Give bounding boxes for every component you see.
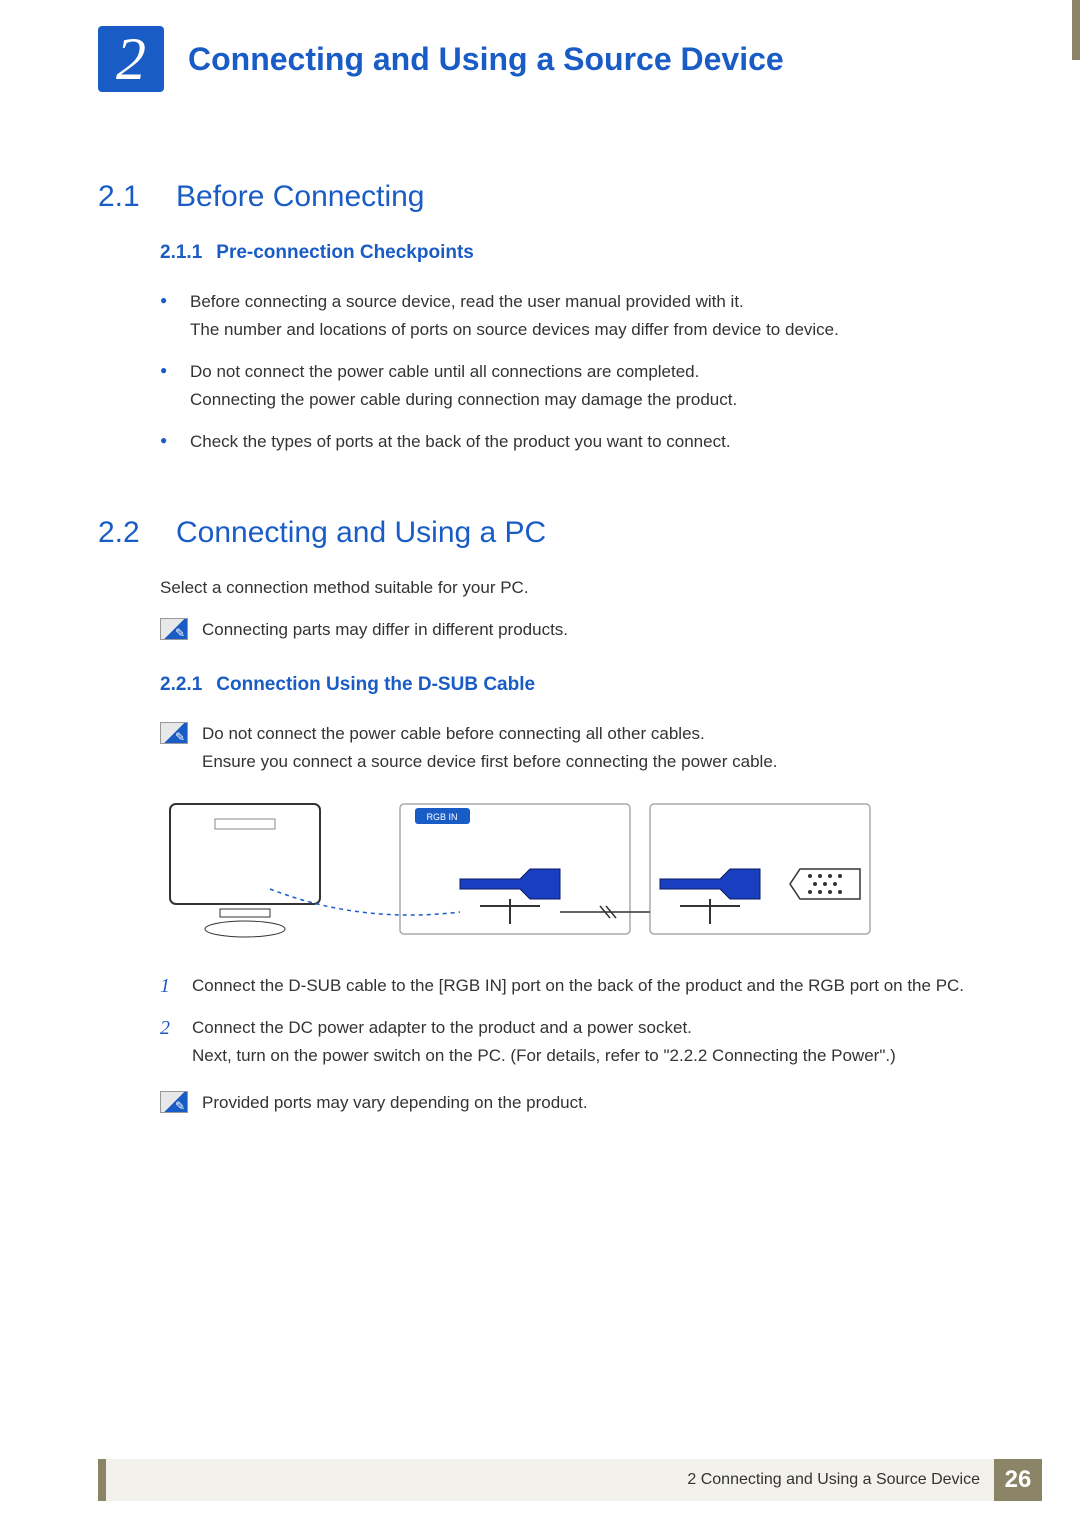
bullet-line: The number and locations of ports on sou… bbox=[190, 320, 839, 339]
note-block: Connecting parts may differ in different… bbox=[160, 616, 982, 644]
bullet-line: Connecting the power cable during connec… bbox=[190, 390, 737, 409]
section-title: Before Connecting bbox=[176, 180, 425, 214]
subsection-number: 2.2.1 bbox=[160, 674, 202, 696]
bullet-icon: ● bbox=[160, 288, 170, 312]
bullet-icon: ● bbox=[160, 358, 170, 382]
connection-diagram: RGB IN bbox=[160, 794, 880, 944]
page-number: 26 bbox=[994, 1459, 1042, 1501]
section-number: 2.1 bbox=[98, 180, 152, 214]
bullet-icon: ● bbox=[160, 428, 170, 452]
section-title: Connecting and Using a PC bbox=[176, 516, 546, 550]
page-content: 2.1 Before Connecting 2.1.1 Pre-connecti… bbox=[98, 180, 982, 1135]
note-block: Do not connect the power cable before co… bbox=[160, 720, 982, 776]
section-2-2-heading: 2.2 Connecting and Using a PC bbox=[98, 516, 982, 550]
footer-stripe bbox=[98, 1459, 106, 1501]
list-item: ● Before connecting a source device, rea… bbox=[160, 288, 982, 344]
note-line: Do not connect the power cable before co… bbox=[202, 724, 705, 743]
note-text: Do not connect the power cable before co… bbox=[202, 720, 778, 776]
note-line: Ensure you connect a source device first… bbox=[202, 752, 778, 771]
section-2-1-heading: 2.1 Before Connecting bbox=[98, 180, 982, 214]
note-icon bbox=[160, 1091, 188, 1113]
port-label: RGB IN bbox=[426, 812, 457, 822]
connection-steps: 1 Connect the D-SUB cable to the [RGB IN… bbox=[160, 972, 982, 1070]
checkpoints-list: ● Before connecting a source device, rea… bbox=[160, 288, 982, 456]
chapter-number-box: 2 bbox=[98, 26, 164, 92]
bullet-text: Check the types of ports at the back of … bbox=[190, 428, 982, 456]
step-line: Next, turn on the power switch on the PC… bbox=[192, 1046, 896, 1065]
note-icon bbox=[160, 722, 188, 744]
step-number: 2 bbox=[160, 1014, 178, 1042]
step-item: 1 Connect the D-SUB cable to the [RGB IN… bbox=[160, 972, 982, 1000]
bullet-line: Before connecting a source device, read … bbox=[190, 292, 744, 311]
subsection-2-1-1-heading: 2.1.1 Pre-connection Checkpoints bbox=[160, 242, 982, 264]
note-text: Provided ports may vary depending on the… bbox=[202, 1089, 588, 1117]
step-number: 1 bbox=[160, 972, 178, 1000]
note-icon bbox=[160, 618, 188, 640]
page-footer: 2 Connecting and Using a Source Device 2… bbox=[98, 1459, 1042, 1501]
note-block: Provided ports may vary depending on the… bbox=[160, 1089, 982, 1117]
bullet-line: Check the types of ports at the back of … bbox=[190, 432, 731, 451]
section-number: 2.2 bbox=[98, 516, 152, 550]
subsection-title: Connection Using the D-SUB Cable bbox=[216, 674, 535, 696]
section-intro: Select a connection method suitable for … bbox=[160, 578, 982, 598]
subsection-title: Pre-connection Checkpoints bbox=[216, 242, 474, 264]
step-text: Connect the D-SUB cable to the [RGB IN] … bbox=[192, 972, 982, 1000]
chapter-header: 2 Connecting and Using a Source Device bbox=[98, 26, 784, 92]
subsection-2-2-1-heading: 2.2.1 Connection Using the D-SUB Cable bbox=[160, 674, 982, 696]
step-item: 2 Connect the DC power adapter to the pr… bbox=[160, 1014, 982, 1070]
bullet-line: Do not connect the power cable until all… bbox=[190, 362, 699, 381]
list-item: ● Do not connect the power cable until a… bbox=[160, 358, 982, 414]
header-side-stripe bbox=[1072, 0, 1080, 60]
note-text: Connecting parts may differ in different… bbox=[202, 616, 568, 644]
step-text: Connect the DC power adapter to the prod… bbox=[192, 1014, 982, 1070]
subsection-number: 2.1.1 bbox=[160, 242, 202, 264]
step-line: Connect the DC power adapter to the prod… bbox=[192, 1018, 692, 1037]
footer-chapter-label: 2 Connecting and Using a Source Device bbox=[106, 1459, 994, 1501]
list-item: ● Check the types of ports at the back o… bbox=[160, 428, 982, 456]
bullet-text: Before connecting a source device, read … bbox=[190, 288, 982, 344]
chapter-title: Connecting and Using a Source Device bbox=[188, 41, 784, 78]
bullet-text: Do not connect the power cable until all… bbox=[190, 358, 982, 414]
